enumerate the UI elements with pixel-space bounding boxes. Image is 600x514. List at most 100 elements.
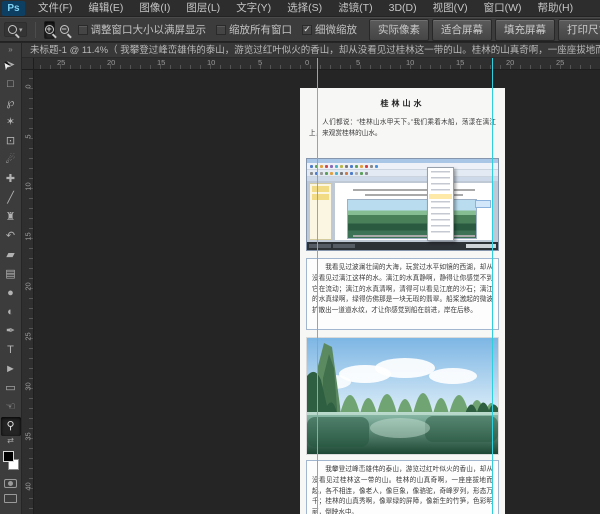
toolbar-icon xyxy=(355,165,358,168)
ruler-label: 25 xyxy=(556,58,564,67)
document-tab[interactable]: 未标题-1 @ 11.4%（ 我攀登过峰峦雄伟的泰山，游览过红叶似火的香山，却从… xyxy=(0,43,600,58)
scrubby-zoom-checkbox[interactable]: ✓ 细微缩放 xyxy=(302,22,357,37)
zoom-tool-preset[interactable]: ▾ xyxy=(4,22,27,37)
ruler-label: 20 xyxy=(107,58,115,67)
history-brush-tool[interactable]: ↶ xyxy=(1,227,21,246)
eyedropper-tool[interactable]: ☄ xyxy=(1,151,21,170)
file-menu[interactable]: 文件(F) xyxy=(30,0,80,17)
zoom-out-icon: − xyxy=(60,25,69,34)
lasso-tool[interactable]: ℘ xyxy=(1,94,21,113)
zoom-all-windows-checkbox[interactable]: 缩放所有窗口 xyxy=(216,22,292,37)
print-size-button[interactable]: 打印尺寸 xyxy=(558,19,600,41)
eraser-tool[interactable]: ▰ xyxy=(1,246,21,265)
3d-menu[interactable]: 3D(D) xyxy=(381,0,425,17)
zoom-tool[interactable]: ⚲ xyxy=(1,417,21,436)
collapse-panel-icon[interactable]: » xyxy=(8,43,12,56)
quick-mask-button[interactable] xyxy=(4,479,17,488)
layer-menu[interactable]: 图层(L) xyxy=(178,0,228,17)
ruler-label: 15 xyxy=(157,58,165,67)
tool-icon: ✒ xyxy=(6,326,15,337)
vertical-ruler-labels: 0 5 10 15 20 25 30 35 40 xyxy=(22,0,34,514)
healing-brush-tool[interactable]: ✚ xyxy=(1,170,21,189)
tool-icon: □ xyxy=(7,79,14,90)
tool-icon: ► xyxy=(5,364,16,375)
select-menu[interactable]: 选择(S) xyxy=(279,0,330,17)
tool-icon: ▰ xyxy=(6,250,14,261)
tool-icon: ✶ xyxy=(6,117,15,128)
dodge-tool[interactable]: ◐ xyxy=(1,303,21,322)
guide-ruler-mark xyxy=(492,58,493,70)
doc-paragraph-2: 我看见过波澜壮阔的大海，玩赏过水平如镜的西湖，却从没看见过漓江这样的水。漓江的水… xyxy=(306,258,499,330)
path-selection-tool[interactable]: ► xyxy=(1,360,21,379)
crop-tool[interactable]: ⊡ xyxy=(1,132,21,151)
toolbar-icon xyxy=(340,165,343,168)
image-menu[interactable]: 图像(I) xyxy=(131,0,178,17)
ruler-label: 25 xyxy=(57,58,65,67)
type-menu[interactable]: 文字(Y) xyxy=(228,0,279,17)
horizontal-ruler[interactable]: 25 20 15 10 5 0 5 10 15 20 25 xyxy=(0,58,600,70)
document-canvas[interactable]: 桂林山水 人们都说：“桂林山水甲天下。”我们乘着木船，荡漾在漓江上，来观赏桂林的… xyxy=(300,88,505,514)
hand-tool[interactable]: ☜ xyxy=(1,398,21,417)
toolbar-icon xyxy=(310,172,313,175)
zoom-out-button[interactable]: − xyxy=(60,21,69,39)
rectangular-marquee-tool[interactable]: □ xyxy=(1,75,21,94)
foreground-color-swatch[interactable] xyxy=(3,451,14,462)
view-menu[interactable]: 视图(V) xyxy=(425,0,476,17)
toolbar-icon xyxy=(370,165,373,168)
shape-tool[interactable]: ▭ xyxy=(1,379,21,398)
brush-tool[interactable]: ╱ xyxy=(1,189,21,208)
divider xyxy=(35,22,36,38)
ruler-label: 30 xyxy=(24,381,33,393)
ruler-label: 5 xyxy=(24,131,33,143)
toolbar-icon xyxy=(325,172,328,175)
help-menu[interactable]: 帮助(H) xyxy=(530,0,582,17)
fit-screen-button[interactable]: 适合屏幕 xyxy=(432,19,492,41)
toolbar-icon xyxy=(320,165,323,168)
fill-screen-button[interactable]: 填充屏幕 xyxy=(495,19,555,41)
guilin-photo xyxy=(306,337,499,455)
pen-tool[interactable]: ✒ xyxy=(1,322,21,341)
type-tool[interactable]: T xyxy=(1,341,21,360)
actual-pixels-button[interactable]: 实际像素 xyxy=(369,19,429,41)
toolbar-icon xyxy=(365,165,368,168)
gradient-tool[interactable]: ▤ xyxy=(1,265,21,284)
checkbox-icon xyxy=(78,25,88,35)
ruler-label: 25 xyxy=(24,331,33,343)
color-swatches xyxy=(0,448,22,474)
swap-colors-icon[interactable]: ⇄ xyxy=(7,436,14,448)
tools-panel: » ➤ □ ℘ ✶ ⊡ xyxy=(0,43,22,514)
edit-menu[interactable]: 编辑(E) xyxy=(80,0,131,17)
vertical-guide[interactable] xyxy=(317,70,318,514)
zoom-in-icon: + xyxy=(45,25,54,34)
filter-menu[interactable]: 滤镜(T) xyxy=(330,0,380,17)
ruler-label: 15 xyxy=(456,58,464,67)
blur-tool[interactable]: ● xyxy=(1,284,21,303)
toolbar-icon xyxy=(360,165,363,168)
clone-stamp-tool[interactable]: ♜ xyxy=(1,208,21,227)
magnifier-icon xyxy=(8,25,17,34)
menu-bar: Ps 文件(F) 编辑(E) 图像(I) 图层(L) 文字(Y) 选择(S) 滤… xyxy=(0,0,600,17)
embedded-doc-body xyxy=(307,181,498,242)
toolbar-icon xyxy=(345,165,348,168)
window-menu[interactable]: 窗口(W) xyxy=(476,0,530,17)
tool-icon: T xyxy=(7,345,14,356)
tool-icon: ⚲ xyxy=(6,421,14,432)
screen-mode-button[interactable] xyxy=(4,494,17,503)
tool-icon: ◐ xyxy=(7,307,14,318)
zoom-in-button[interactable]: + xyxy=(44,21,55,39)
toolbar-icon xyxy=(335,172,338,175)
ruler-label: 40 xyxy=(24,481,33,493)
quick-selection-tool[interactable]: ✶ xyxy=(1,113,21,132)
checkbox-label: 调整窗口大小以满屏显示 xyxy=(91,22,207,37)
doc-paragraph-1: 人们都说：“桂林山水甲天下。”我们乘着木船，荡漾在漓江上，来观赏桂林的山水。 xyxy=(309,118,496,142)
ruler-label: 5 xyxy=(258,58,262,67)
resize-windows-to-fit-checkbox[interactable]: 调整窗口大小以满屏显示 xyxy=(78,22,207,37)
toolbar-icon xyxy=(335,165,338,168)
embedded-doc-page xyxy=(335,183,493,240)
toolbar-icon xyxy=(365,172,368,175)
tool-icon: ▤ xyxy=(5,269,15,280)
tool-icon: ⊡ xyxy=(6,136,15,147)
guide-ruler-mark xyxy=(317,58,318,70)
vertical-guide[interactable] xyxy=(492,70,493,514)
toolbar-icon xyxy=(360,172,363,175)
